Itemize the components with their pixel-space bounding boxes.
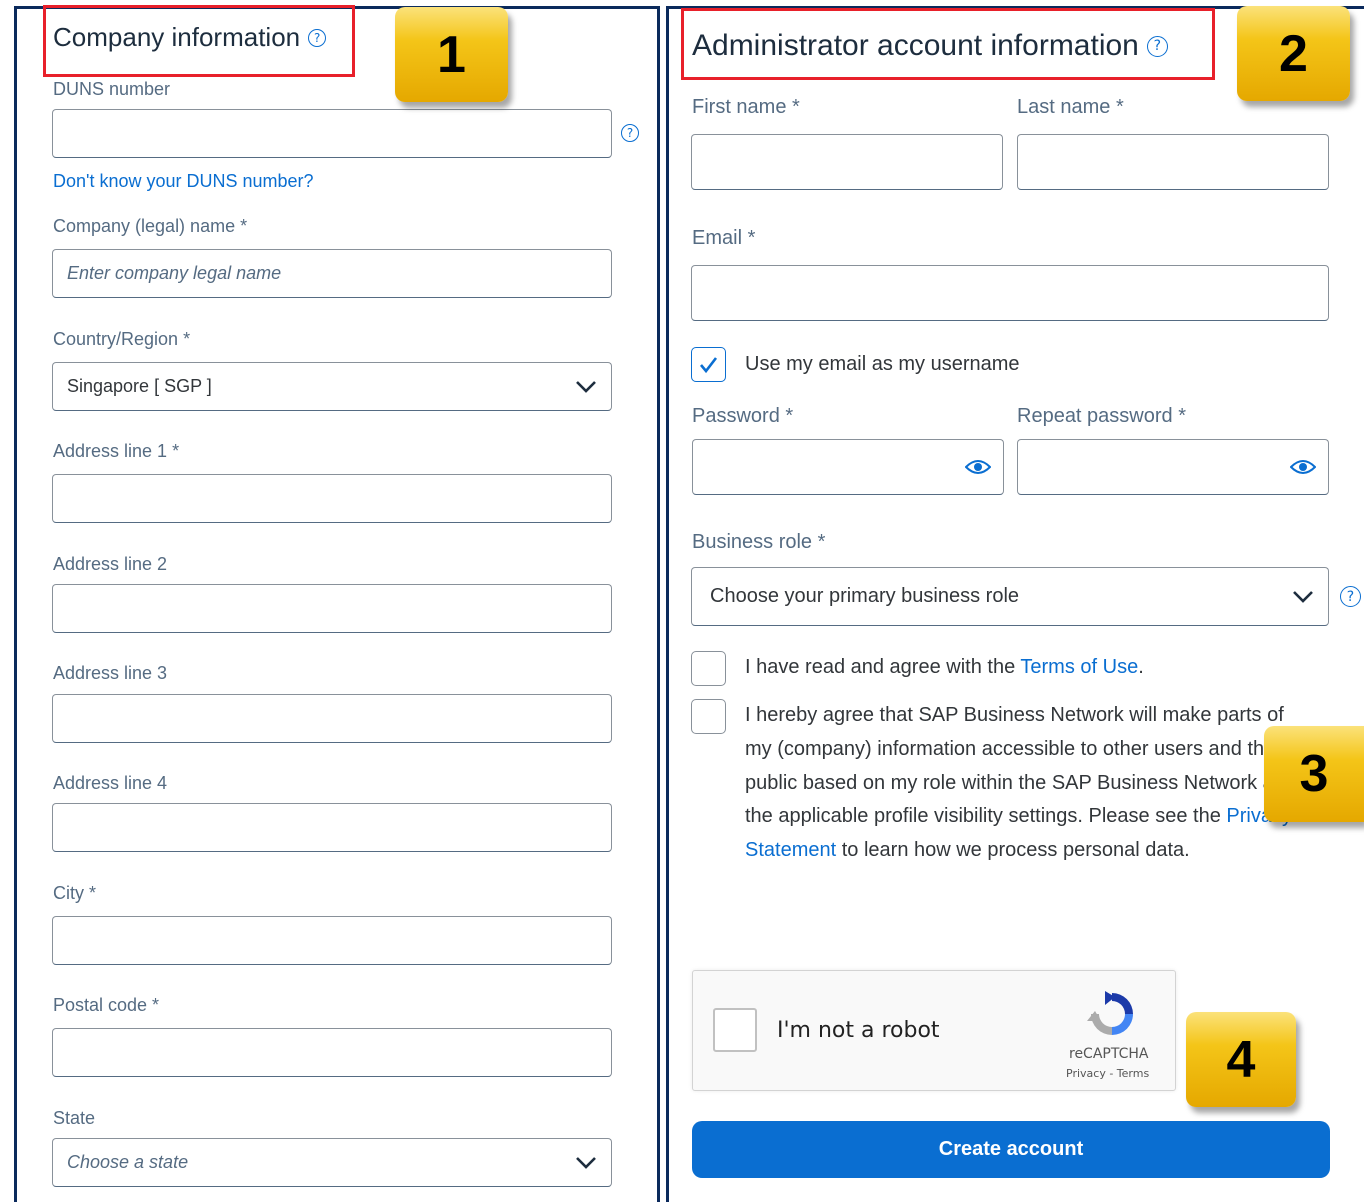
recaptcha-legal-links[interactable]: Privacy - Terms <box>1066 1067 1149 1080</box>
address1-label: Address line 1 * <box>53 441 180 461</box>
help-circle-icon[interactable]: ? <box>1146 35 1168 57</box>
eye-icon[interactable] <box>1290 459 1316 475</box>
first-name-input[interactable] <box>691 134 1003 190</box>
state-label: State <box>53 1108 96 1128</box>
terms-checkbox[interactable] <box>691 651 726 686</box>
eye-icon[interactable] <box>965 459 991 475</box>
city-input[interactable] <box>52 916 612 965</box>
legal-name-input[interactable]: Enter company legal name <box>52 249 612 298</box>
address2-input[interactable] <box>52 584 612 633</box>
address4-label: Address line 4 <box>53 773 168 793</box>
country-select[interactable]: Singapore [ SGP ] <box>52 362 612 411</box>
address1-input[interactable] <box>52 474 612 523</box>
business-role-label: Business role * <box>692 531 826 553</box>
business-role-select[interactable]: Choose your primary business role <box>691 567 1329 626</box>
recaptcha-label: I'm not a robot <box>777 1018 940 1043</box>
address3-input[interactable] <box>52 694 612 743</box>
admin-account-title: Administrator account information ? <box>692 29 1168 63</box>
duns-help-icon[interactable]: ? <box>621 124 639 142</box>
step-badge-3: 3 <box>1264 726 1364 822</box>
repeat-password-input[interactable] <box>1017 439 1329 495</box>
country-label: Country/Region * <box>53 329 191 349</box>
chevron-down-icon <box>576 380 596 393</box>
help-circle-icon[interactable]: ? <box>308 28 327 47</box>
business-role-help-icon[interactable]: ? <box>1340 586 1361 607</box>
recaptcha-logo-icon <box>1087 991 1133 1035</box>
city-label: City * <box>53 883 97 903</box>
last-name-label: Last name * <box>1017 96 1124 118</box>
address4-input[interactable] <box>52 803 612 852</box>
consent-text: I hereby agree that SAP Business Network… <box>745 704 1297 862</box>
create-account-button[interactable]: Create account <box>692 1121 1330 1178</box>
state-select[interactable]: Choose a state <box>52 1138 612 1187</box>
use-email-label: Use my email as my username <box>745 353 1020 375</box>
password-input[interactable] <box>692 439 1004 495</box>
repeat-password-label: Repeat password * <box>1017 405 1186 427</box>
recaptcha-checkbox[interactable] <box>713 1008 757 1052</box>
duns-lookup-link[interactable]: Don't know your DUNS number? <box>53 171 314 192</box>
step-badge-4: 4 <box>1186 1012 1296 1107</box>
postal-code-label: Postal code * <box>53 995 160 1015</box>
step-badge-2: 2 <box>1237 6 1350 101</box>
terms-label: I have read and agree with the Terms of … <box>745 656 1144 678</box>
first-name-label: First name * <box>692 96 800 118</box>
email-input[interactable] <box>691 265 1329 321</box>
consent-checkbox[interactable] <box>691 699 726 734</box>
last-name-input[interactable] <box>1017 134 1329 190</box>
address2-label: Address line 2 <box>53 554 168 574</box>
step-badge-1: 1 <box>395 7 508 102</box>
duns-input[interactable] <box>52 109 612 158</box>
postal-code-input[interactable] <box>52 1028 612 1077</box>
company-information-title: Company information ? <box>53 22 327 53</box>
recaptcha-widget: I'm not a robot reCAPTCHA Privacy - Term… <box>692 970 1176 1091</box>
legal-name-label: Company (legal) name * <box>53 216 248 236</box>
password-label: Password * <box>692 405 794 427</box>
address3-label: Address line 3 <box>53 663 168 683</box>
recaptcha-brand: reCAPTCHA <box>1069 1046 1149 1062</box>
chevron-down-icon <box>576 1156 596 1169</box>
terms-of-use-link[interactable]: Terms of Use <box>1020 656 1138 678</box>
duns-label: DUNS number <box>53 79 171 99</box>
checkmark-icon <box>700 357 718 374</box>
chevron-down-icon <box>1293 590 1313 603</box>
use-email-checkbox[interactable] <box>691 347 726 382</box>
email-label: Email * <box>692 227 756 249</box>
